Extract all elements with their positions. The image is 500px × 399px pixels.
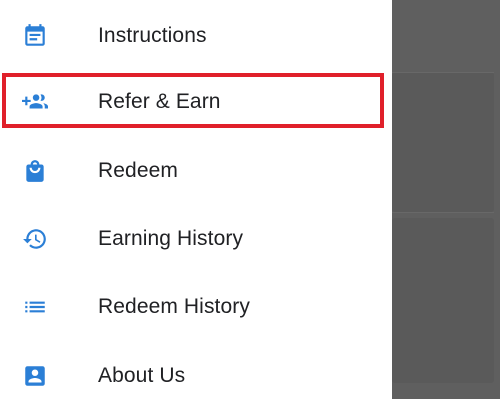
menu-item-label: Redeem [98,159,178,182]
background-card [392,218,494,383]
menu-item-label: About Us [98,364,186,387]
menu-item-label: Redeem History [98,295,250,318]
menu-item-instructions[interactable]: Instructions [0,2,392,70]
background-divider [392,212,494,213]
shopping-bag-icon [22,158,48,184]
menu-item-earning-history[interactable]: Earning History [0,205,392,273]
contact-card-icon [22,363,48,389]
menu-item-label: Earning History [98,227,244,250]
menu-item-redeem[interactable]: Redeem [0,137,392,205]
background-card [392,72,494,212]
menu-item-about-us[interactable]: About Us [0,342,392,399]
menu-item-redeem-history[interactable]: Redeem History [0,273,392,341]
background-divider [392,72,494,73]
highlight-box [2,73,384,128]
list-icon [22,294,48,320]
menu-item-label: Instructions [98,24,207,47]
navigation-drawer: Instructions Refer & Earn Redeem Earning… [0,0,392,399]
history-icon [22,226,48,252]
calendar-note-icon [22,23,48,49]
